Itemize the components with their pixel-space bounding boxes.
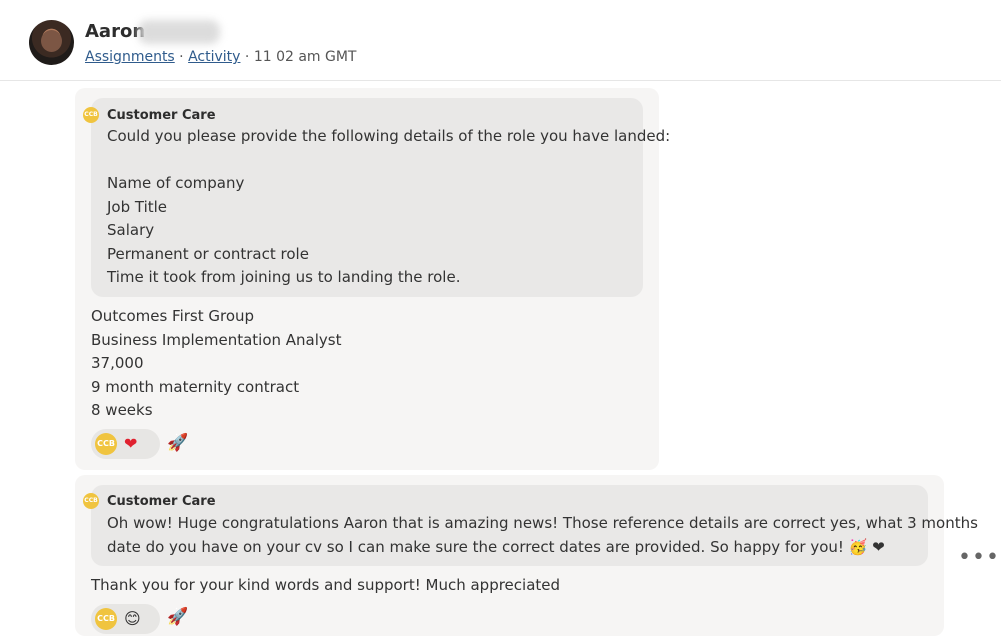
add-reaction-icon[interactable]: 🚀: [167, 607, 188, 627]
quote-line: Time it took from joining us to landing …: [107, 268, 461, 286]
ccb-reaction-badge: CCB: [95, 433, 117, 455]
heart-icon: ❤: [124, 434, 138, 453]
quote-line: Name of company: [107, 174, 245, 192]
ccb-badge: CCB: [83, 107, 99, 123]
contact-name: Aaron: [85, 21, 146, 42]
avatar[interactable]: [29, 20, 74, 65]
ccb-reaction-badge: CCB: [95, 608, 117, 630]
reply-line: 9 month maternity contract: [91, 377, 300, 396]
reply-line: Thank you for your kind words and suppor…: [91, 576, 561, 594]
reply-line: Outcomes First Group: [91, 307, 255, 325]
quote-line: Permanent or contract role: [107, 244, 309, 263]
quote-line: Oh wow! Huge congratulations Aaron that …: [107, 514, 978, 532]
smile-icon: 😊: [124, 609, 141, 628]
reaction-pill[interactable]: CCB 😊: [91, 604, 160, 634]
header-time: 11 02 am GMT: [253, 49, 357, 65]
add-reaction-icon[interactable]: 🚀: [167, 433, 188, 453]
activity-link[interactable]: Activity: [188, 49, 240, 65]
header-meta: Assignments · Activity · 11 02 am GMT: [85, 49, 357, 65]
quote-line: [107, 149, 670, 173]
reply-line: 8 weeks: [91, 401, 153, 419]
conversation-header: Aaron Assignments · Activity · 11 02 am …: [0, 0, 1001, 81]
ccb-badge: CCB: [83, 493, 99, 509]
reply-text: Outcomes First Group Business Implementa…: [91, 305, 342, 423]
quote-author: Customer Care: [107, 108, 216, 123]
quote-line: date do you have on your cv so I can mak…: [107, 537, 885, 556]
quote-author: Customer Care: [107, 494, 216, 509]
more-options-icon[interactable]: •••: [958, 547, 1000, 569]
reply-text: Thank you for your kind words and suppor…: [91, 574, 560, 598]
reply-line: 37,000: [91, 354, 144, 372]
reaction-pill[interactable]: CCB ❤: [91, 429, 160, 459]
assignments-link[interactable]: Assignments: [85, 49, 175, 65]
meta-separator: ·: [240, 49, 254, 65]
reply-line: Business Implementation Analyst: [91, 330, 342, 349]
redacted-surname: [138, 20, 220, 44]
quote-line: Salary: [107, 221, 155, 239]
quote-line: Could you please provide the following d…: [107, 127, 671, 145]
quote-line: Job Title: [107, 197, 168, 216]
quote-text: Could you please provide the following d…: [107, 125, 670, 290]
quote-text: Oh wow! Huge congratulations Aaron that …: [107, 512, 978, 559]
meta-separator: ·: [174, 49, 189, 65]
